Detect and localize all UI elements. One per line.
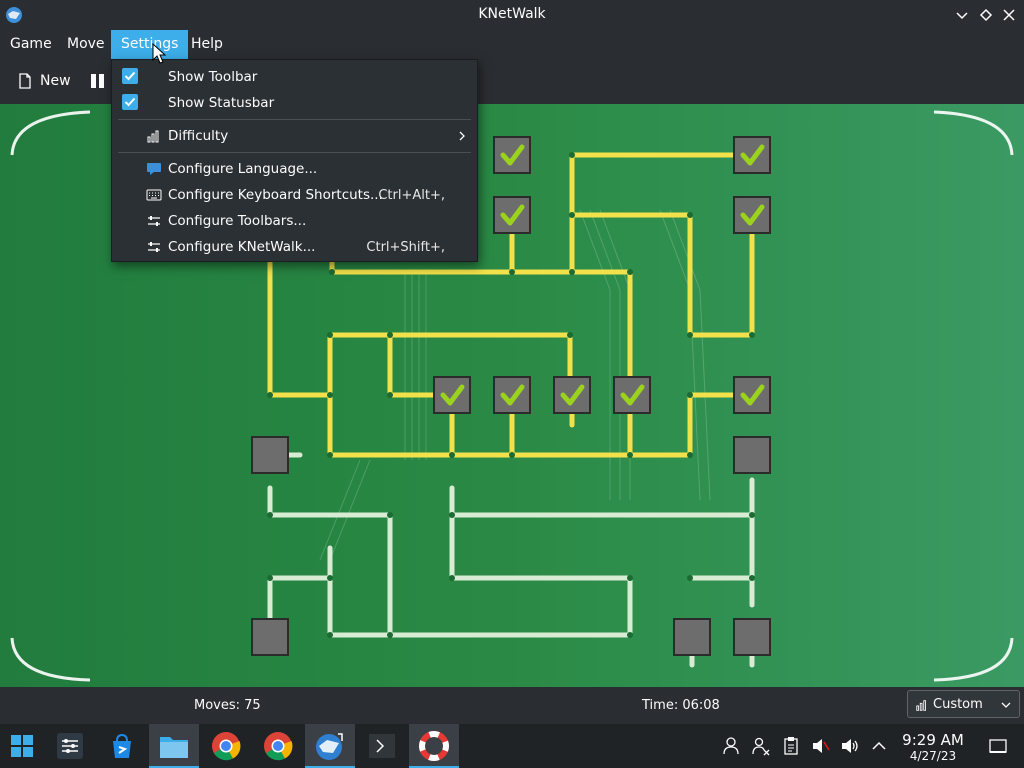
minimize-icon[interactable]	[953, 6, 971, 24]
moves-counter: Moves: 75	[194, 698, 261, 713]
volume-icon[interactable]	[840, 736, 860, 756]
file-manager-icon	[160, 737, 188, 758]
menu-item-label: Difficulty	[168, 128, 229, 144]
chrome-icon	[264, 732, 293, 761]
close-icon[interactable]	[1000, 6, 1018, 24]
menu-item-show-statusbar[interactable]: Show Statusbar	[112, 90, 477, 116]
menu-move[interactable]: Move	[57, 30, 115, 59]
difficulty-bars-icon	[147, 130, 159, 143]
taskbar-system-settings[interactable]	[45, 724, 95, 768]
start-menu-icon	[11, 735, 33, 757]
taskbar-discover[interactable]	[97, 724, 147, 768]
title-bar: KNetWalk	[0, 0, 1024, 30]
taskbar: 9:29 AM 4/27/23	[0, 724, 1024, 768]
menu-item-label: Configure Keyboard Shortcuts...	[168, 187, 383, 203]
menu-item-difficulty[interactable]: Difficulty	[112, 123, 477, 149]
status-bar: Moves: 75 Time: 06:08	[0, 687, 1024, 724]
menu-game[interactable]: Game	[0, 30, 62, 59]
chrome-icon	[212, 732, 241, 761]
clipboard-icon[interactable]	[781, 736, 801, 756]
start-menu-button[interactable]	[0, 724, 44, 768]
menu-settings[interactable]: Settings	[111, 30, 189, 59]
chevron-down-icon	[1001, 702, 1011, 708]
taskbar-knetwalk[interactable]	[305, 724, 355, 768]
menu-item-configure-toolbars[interactable]: Configure Toolbars...	[112, 208, 477, 234]
menu-item-configure-knetwalk[interactable]: Configure KNetWalk... Ctrl+Shift+,	[112, 234, 477, 260]
difficulty-select[interactable]: Custom	[907, 690, 1020, 718]
pause-button[interactable]	[88, 65, 108, 97]
configure-sliders-icon	[148, 216, 160, 226]
keyboard-icon	[146, 189, 162, 201]
difficulty-bars-icon	[916, 700, 926, 711]
mute-icon[interactable]	[810, 736, 830, 756]
show-desktop-icon[interactable]	[988, 736, 1008, 756]
menu-separator	[118, 119, 471, 120]
menu-separator	[118, 152, 471, 153]
checkbox-checked-icon[interactable]	[122, 68, 138, 84]
clock[interactable]: 9:29 AM 4/27/23	[896, 731, 970, 764]
shortcut-label: Ctrl+Alt+,	[378, 187, 445, 203]
menu-item-configure-language[interactable]: Configure Language...	[112, 156, 477, 182]
system-settings-icon	[57, 733, 83, 759]
maximize-icon[interactable]	[977, 6, 995, 24]
taskbar-chrome[interactable]	[201, 724, 251, 768]
checkbox-checked-icon[interactable]	[122, 94, 138, 110]
terminal-icon	[369, 734, 395, 758]
knetwalk-icon	[316, 733, 343, 760]
new-game-label: New	[40, 73, 71, 89]
language-chat-icon	[147, 163, 161, 175]
menu-item-label: Configure Language...	[168, 161, 318, 177]
new-game-button[interactable]: New	[16, 65, 71, 97]
discover-icon	[113, 733, 131, 758]
menu-item-label: Configure KNetWalk...	[168, 239, 316, 255]
mouse-pointer-icon	[152, 43, 167, 64]
menu-help[interactable]: Help	[181, 30, 233, 59]
taskbar-chrome-2[interactable]	[253, 724, 303, 768]
taskbar-terminal[interactable]	[357, 724, 407, 768]
pause-icon	[91, 74, 104, 88]
difficulty-select-value: Custom	[933, 697, 983, 712]
configure-sliders-icon	[148, 242, 160, 252]
menu-item-label: Configure Toolbars...	[168, 213, 307, 229]
menu-item-configure-shortcuts[interactable]: Configure Keyboard Shortcuts... Ctrl+Alt…	[112, 182, 477, 208]
clock-time: 9:29 AM	[902, 731, 964, 749]
clock-date: 4/27/23	[909, 749, 957, 763]
taskbar-file-manager[interactable]	[149, 724, 199, 768]
menu-item-label: Show Toolbar	[168, 69, 258, 85]
shortcut-label: Ctrl+Shift+,	[366, 239, 445, 255]
tray-expand-icon[interactable]	[869, 736, 889, 756]
taskbar-help-center[interactable]	[409, 724, 459, 768]
time-counter: Time: 06:08	[642, 698, 720, 713]
settings-menu: Show Toolbar Show Statusbar Difficulty C…	[111, 59, 478, 262]
chevron-right-icon	[459, 131, 465, 141]
help-lifebuoy-icon	[419, 731, 449, 761]
users-icon[interactable]	[751, 736, 771, 756]
user-icon[interactable]	[721, 736, 741, 756]
window-title: KNetWalk	[478, 6, 546, 22]
menu-item-show-toolbar[interactable]: Show Toolbar	[112, 64, 477, 90]
new-document-icon	[19, 73, 31, 89]
menu-item-label: Show Statusbar	[168, 95, 275, 111]
